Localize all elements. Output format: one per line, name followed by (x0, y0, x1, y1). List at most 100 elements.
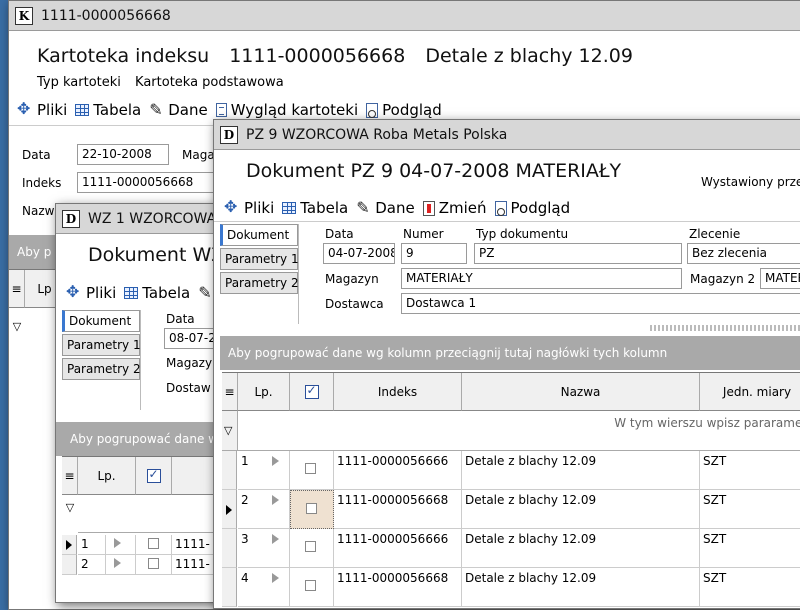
zmien-button[interactable]: Zmień (422, 199, 487, 217)
row-selector[interactable] (62, 555, 77, 575)
cell-check[interactable] (136, 535, 172, 555)
cell-jm: SZT (700, 451, 800, 490)
data-label: Data (166, 312, 195, 326)
column-header-jm[interactable]: Jedn. miary (700, 373, 800, 411)
wz-window[interactable]: D WZ 1 WZORCOWA Dokument WZ Pliki Tabela… (55, 203, 225, 603)
table-icon (75, 104, 90, 116)
row-selector[interactable] (222, 451, 237, 490)
tab-dokument[interactable]: Dokument (220, 224, 298, 246)
app-k-icon: K (15, 6, 33, 25)
cell-check[interactable] (290, 529, 334, 568)
column-header-nazwa[interactable]: Nazwa (462, 373, 700, 411)
podglad-button[interactable]: Podgląd (366, 101, 442, 119)
pz-window[interactable]: D PZ 9 WZORCOWA Roba Metals Polska Dokum… (213, 119, 800, 609)
column-header-lp[interactable]: Lp. (78, 457, 136, 495)
tab-parametry-2[interactable]: Parametry 2 (62, 358, 141, 380)
cell-indeks: 1111-0000056666 (334, 529, 462, 568)
arrow-right-icon[interactable] (272, 573, 279, 583)
cell-arrow[interactable] (106, 535, 136, 555)
window-title: PZ 9 WZORCOWA Roba Metals Polska (246, 126, 508, 143)
pz-titlebar[interactable]: D PZ 9 WZORCOWA Roba Metals Polska (214, 120, 800, 150)
column-header-check[interactable] (290, 373, 334, 411)
tab-parametry-2[interactable]: Parametry 2 (220, 272, 299, 294)
cell-arrow[interactable] (106, 555, 136, 575)
indeks-field[interactable]: 1111-0000056668 (77, 172, 217, 193)
arrow-right-icon[interactable] (272, 495, 279, 505)
tabela-button[interactable]: Tabela (75, 101, 141, 119)
cell-lp: 1 (78, 535, 106, 555)
tab-parametry-1[interactable]: Parametry 1 (62, 334, 141, 356)
pliki-icon (224, 197, 240, 216)
wz-titlebar[interactable]: D WZ 1 WZORCOWA (56, 204, 224, 234)
kartoteka-titlebar[interactable]: K 1111-0000056668 (9, 1, 800, 31)
cell-indeks: 1111-0000056666 (334, 451, 462, 490)
column-chooser-icon[interactable]: ≡ (62, 457, 78, 495)
arrow-right-icon (114, 538, 121, 548)
row-checkbox[interactable] (148, 538, 159, 549)
group-area[interactable]: Aby pogrupować dane wg kolumn przeciągni… (220, 336, 800, 370)
row-checkbox[interactable] (148, 558, 159, 569)
column-header-lp[interactable]: Lp. (238, 373, 290, 411)
column-header-indeks[interactable]: Indeks (334, 373, 462, 411)
row-checkbox[interactable] (306, 503, 317, 514)
filter-icon[interactable]: ▽ (9, 320, 25, 342)
cell-lp: 1 (238, 451, 290, 490)
tabela-button[interactable]: Tabela (124, 284, 190, 302)
row-checkbox[interactable] (305, 463, 316, 474)
pliki-button[interactable]: Pliki (17, 99, 67, 119)
filter-row[interactable] (78, 495, 224, 533)
row-checkbox[interactable] (305, 541, 316, 552)
wyglad-button[interactable]: Wygląd kartoteki (215, 101, 358, 119)
magazyn2-field[interactable]: MATER (760, 268, 800, 289)
cell-check[interactable] (290, 451, 334, 490)
window-title: WZ 1 WZORCOWA (88, 210, 217, 227)
column-chooser-icon[interactable]: ≡ (9, 270, 25, 308)
arrow-right-icon[interactable] (272, 534, 279, 544)
column-chooser-icon[interactable]: ≡ (222, 373, 238, 411)
filter-icon[interactable]: ▽ (62, 501, 78, 521)
cell-check[interactable] (290, 568, 334, 607)
tab-parametry-1[interactable]: Parametry 1 (220, 248, 299, 270)
data-label: Data (22, 148, 51, 162)
data-field[interactable]: 04-07-2008 (323, 243, 395, 264)
cell-lp: 2 (238, 490, 290, 529)
magazyn2-label: Magazyn 2 (690, 272, 756, 286)
dane-button[interactable]: Dane (356, 198, 414, 218)
magazyn-field[interactable]: MATERIAŁY (401, 268, 682, 289)
window-title: 1111-0000056668 (41, 7, 171, 24)
dostawca-field[interactable]: Dostawca 1 (401, 293, 800, 314)
data-label: Data (325, 227, 354, 241)
tab-dokument[interactable]: Dokument (62, 310, 140, 332)
pliki-button[interactable]: Pliki (66, 282, 116, 302)
typ-label: Typ kartoteki (37, 75, 121, 90)
filter-icon[interactable]: ▽ (224, 424, 232, 437)
filter-row[interactable]: W tym wierszu wpisz pararametr (238, 411, 800, 451)
page-title: Dokument WZ (88, 244, 225, 266)
cell-lp: 3 (238, 529, 290, 568)
zlecenie-field[interactable]: Bez zlecenia (687, 243, 800, 264)
app-d-icon: D (220, 125, 238, 144)
cell-check[interactable] (290, 490, 334, 529)
arrow-right-icon[interactable] (272, 456, 279, 466)
row-selector[interactable] (62, 535, 77, 555)
podglad-button[interactable]: Podgląd (494, 199, 570, 217)
column-header-check[interactable] (136, 457, 172, 495)
document-icon (215, 103, 227, 117)
cell-indeks: 1111-0000056668 (334, 490, 462, 529)
group-area[interactable]: Aby pogrupować dane w (56, 422, 224, 456)
page-title: Dokument PZ 9 04-07-2008 MATERIAŁY (246, 160, 622, 182)
row-selector[interactable] (222, 568, 237, 607)
heading-label: Kartoteka indeksu (37, 45, 210, 67)
pliki-button[interactable]: Pliki (224, 197, 274, 217)
dane-button[interactable]: Dane (149, 100, 207, 120)
row-checkbox[interactable] (305, 580, 316, 591)
data-field[interactable]: 22-10-2008 (77, 144, 169, 165)
splitter-handle[interactable] (650, 325, 800, 331)
typ-dokumentu-field[interactable]: PZ (474, 243, 682, 264)
numer-field[interactable]: 9 (401, 243, 467, 264)
dostawca-label: Dostaw (166, 381, 211, 395)
row-selector[interactable] (222, 529, 237, 568)
tabela-button[interactable]: Tabela (282, 199, 348, 217)
cell-check[interactable] (136, 555, 172, 575)
row-selector[interactable] (222, 490, 237, 529)
